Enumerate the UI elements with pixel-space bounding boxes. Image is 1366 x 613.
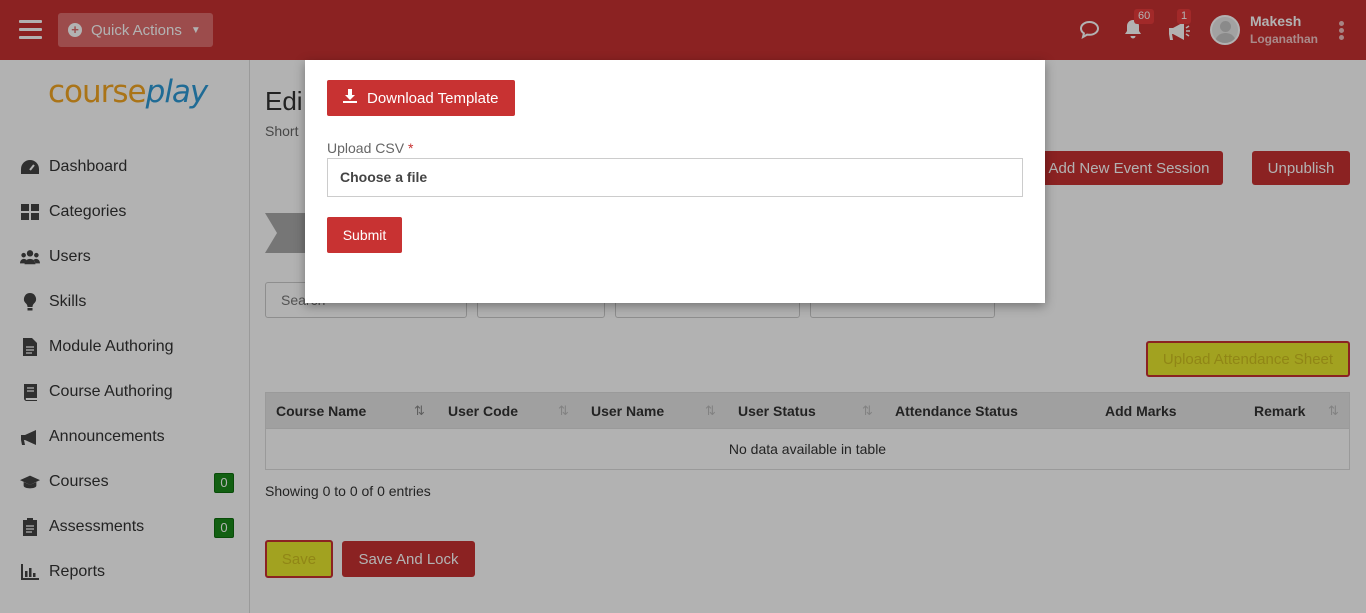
download-template-button[interactable]: Download Template (327, 80, 515, 116)
download-icon (343, 89, 357, 107)
upload-csv-modal: Download Template Upload CSV * Choose a … (305, 60, 1045, 303)
download-template-label: Download Template (367, 89, 499, 107)
required-mark: * (407, 140, 414, 156)
submit-button[interactable]: Submit (327, 217, 402, 253)
upload-csv-label: Upload CSV * (327, 140, 414, 156)
file-upload-input[interactable]: Choose a file (327, 158, 1023, 197)
